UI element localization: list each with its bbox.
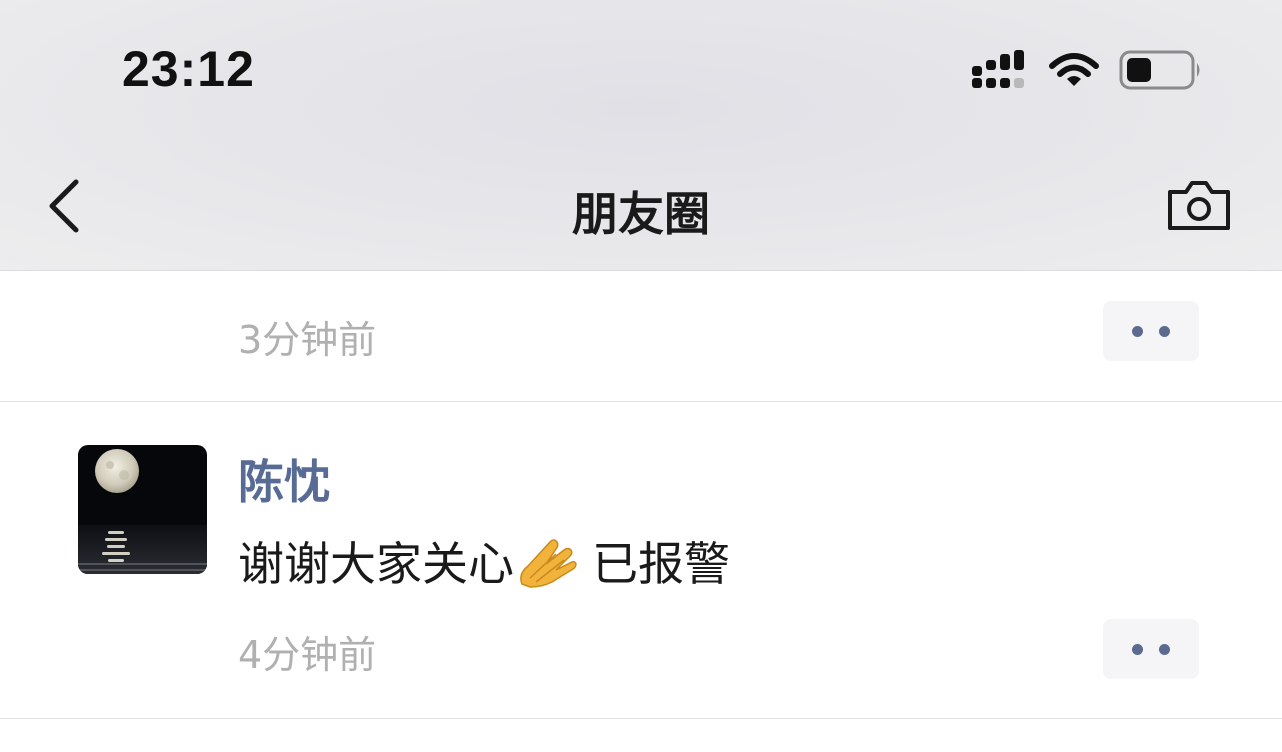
more-actions-button[interactable] (1103, 619, 1199, 679)
status-icons (972, 50, 1200, 90)
post-time: 4分钟前 (238, 633, 377, 677)
moon-icon (95, 449, 139, 493)
moments-screen: 23:12 朋友圈 3分钟前 陈忱 谢谢大家关心 已报警 4分钟前 (0, 0, 1282, 752)
dot-icon (1132, 644, 1143, 655)
battery-icon (1119, 50, 1200, 90)
status-time: 23:12 (122, 41, 255, 97)
moment-post: 陈忱 谢谢大家关心 已报警 4分钟前 (0, 402, 1282, 719)
camera-button[interactable] (1164, 176, 1234, 236)
previous-post-footer: 3分钟前 (0, 271, 1282, 402)
post-text: 谢谢大家关心 (238, 537, 514, 591)
dot-icon (1159, 644, 1170, 655)
top-bar: 23:12 朋友圈 (0, 0, 1282, 271)
dot-icon (1159, 326, 1170, 337)
author-name[interactable]: 陈忱 (238, 446, 330, 512)
more-actions-button[interactable] (1103, 301, 1199, 361)
page-title: 朋友圈 (572, 187, 710, 241)
dot-icon (1132, 326, 1143, 337)
post-text: 已报警 (592, 537, 730, 591)
cellular-signal-icon (972, 50, 1024, 88)
post-content: 谢谢大家关心 已报警 (238, 528, 730, 594)
camera-icon (1168, 181, 1230, 230)
wifi-icon (1049, 53, 1099, 86)
post-time: 3分钟前 (238, 318, 377, 362)
avatar[interactable] (78, 445, 207, 574)
pray-emoji-icon (520, 539, 577, 588)
